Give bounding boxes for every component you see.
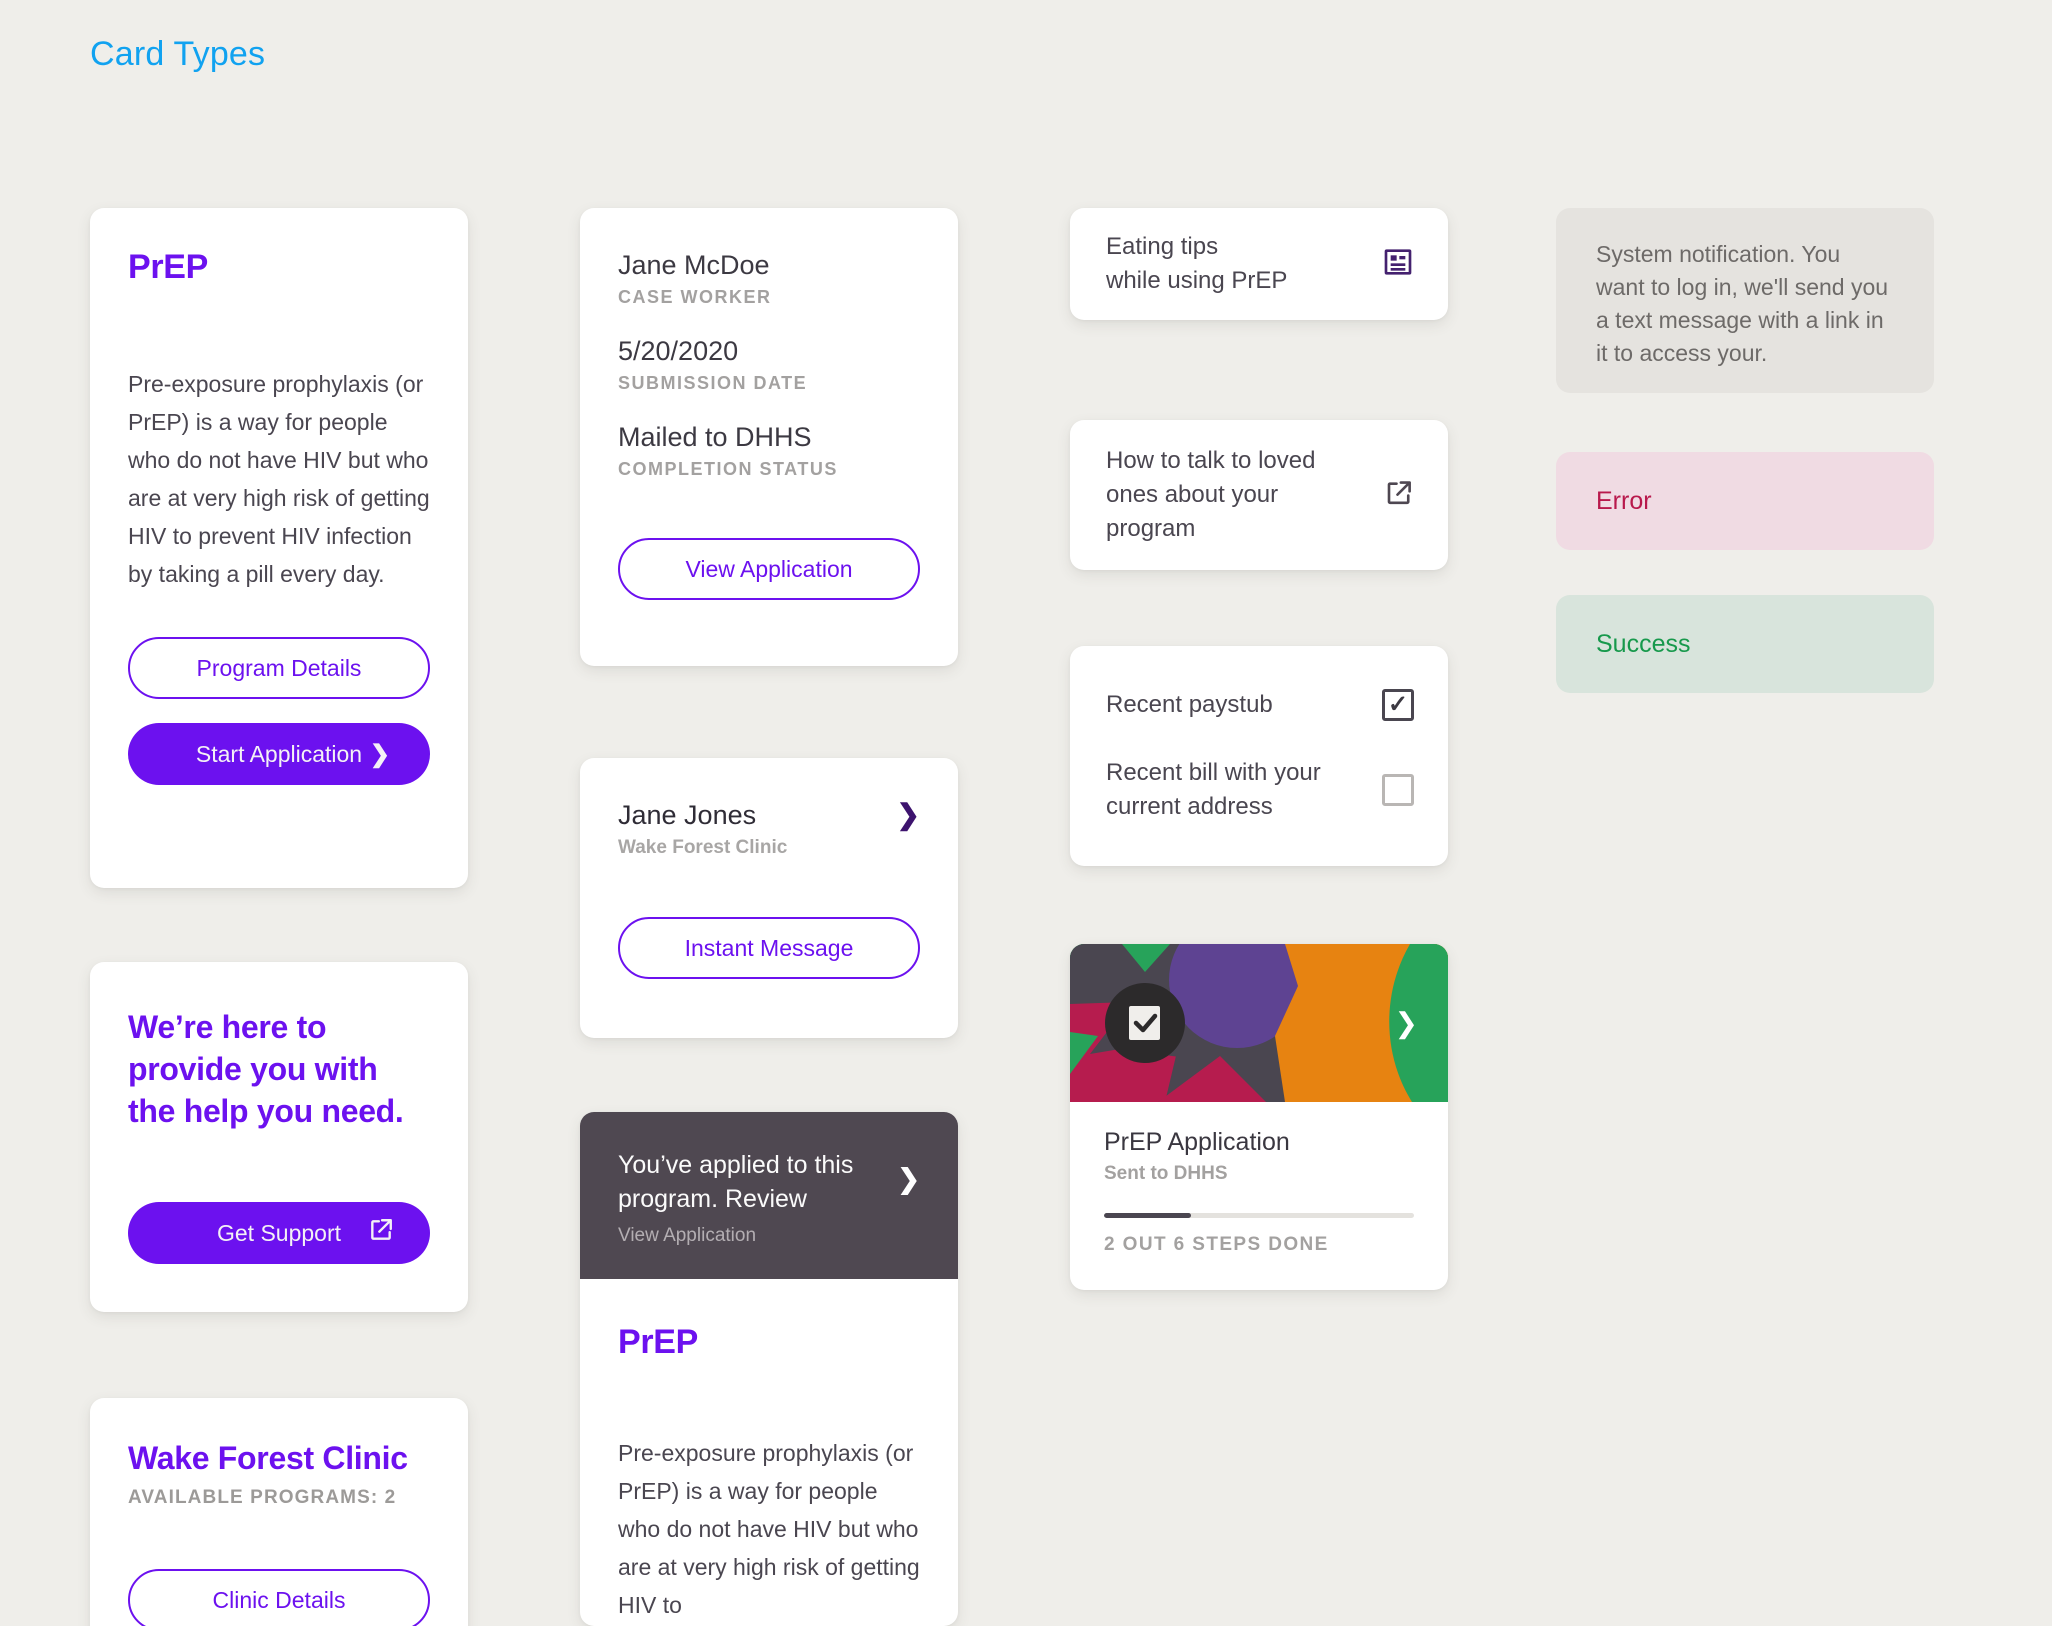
- hero-artwork: ❯: [1070, 944, 1448, 1102]
- prep-card-body: Pre-exposure prophylaxis (or PrEP) is a …: [128, 371, 430, 587]
- hero-abstract-shapes: [1070, 944, 1448, 1102]
- get-support-label: Get Support: [216, 1219, 342, 1246]
- submission-date-value: 5/20/2020: [618, 336, 739, 366]
- applied-card-body-wrap: PrEP Pre-exposure prophylaxis (or PrEP) …: [580, 1279, 958, 1624]
- progress-bar-fill: [1104, 1213, 1191, 1218]
- eating-tips-card[interactable]: Eating tips while using PrEP: [1070, 208, 1448, 320]
- external-link-icon: [1384, 478, 1414, 513]
- applied-program-card: You’ve applied to this program. Review V…: [580, 1112, 958, 1626]
- clinic-card: Wake Forest Clinic AVAILABLE PROGRAMS: 2…: [90, 1398, 468, 1626]
- completion-status-label: COMPLETION STATUS: [618, 459, 838, 479]
- applied-banner[interactable]: You’ve applied to this program. Review V…: [580, 1112, 958, 1279]
- support-card: We’re here to provide you with the help …: [90, 962, 468, 1312]
- start-application-button[interactable]: Start Application ❯: [128, 723, 430, 785]
- documents-checklist-card: Recent paystub ✓ Recent bill with your c…: [1070, 646, 1448, 866]
- checkbox-checked-icon[interactable]: ✓: [1382, 689, 1414, 721]
- eating-tips-row: Eating tips while using PrEP: [1106, 208, 1414, 320]
- applied-card-title: PrEP: [618, 1323, 699, 1361]
- check-glyph: ✓: [1387, 691, 1409, 718]
- chevron-right-icon[interactable]: ❯: [897, 800, 920, 830]
- applied-banner-text-group: You’ve applied to this program. Review V…: [618, 1148, 868, 1247]
- page-root: Card Types PrEP Pre-exposure prophylaxis…: [0, 0, 2052, 1626]
- page-title: Card Types: [90, 35, 266, 73]
- progress-bar-track: [1104, 1213, 1414, 1218]
- document-label: Recent paystub: [1106, 691, 1273, 718]
- chevron-right-icon[interactable]: ❯: [897, 1148, 920, 1210]
- document-row[interactable]: Recent paystub ✓: [1106, 688, 1414, 722]
- how-to-talk-card[interactable]: How to talk to loved ones about your pro…: [1070, 420, 1448, 570]
- progress-card-title: PrEP Application: [1104, 1128, 1290, 1156]
- submission-date-label: SUBMISSION DATE: [618, 373, 808, 393]
- contact-text-group: Jane Jones Wake Forest Clinic: [618, 800, 787, 859]
- progress-body: PrEP Application Sent to DHHS 2 OUT 6 ST…: [1070, 1102, 1448, 1256]
- get-support-button[interactable]: Get Support: [128, 1202, 430, 1264]
- checkbox-empty-icon[interactable]: [1382, 774, 1414, 806]
- document-row[interactable]: Recent bill with your current address: [1106, 756, 1414, 824]
- view-application-button[interactable]: View Application: [618, 538, 920, 600]
- program-details-button[interactable]: Program Details: [128, 637, 430, 699]
- chevron-right-icon: ❯: [369, 740, 390, 768]
- start-application-label: Start Application: [195, 740, 363, 767]
- instant-message-button[interactable]: Instant Message: [618, 917, 920, 979]
- system-notification-text: System notification. You want to log in,…: [1596, 241, 1889, 366]
- case-field: 5/20/2020 SUBMISSION DATE: [618, 336, 920, 394]
- external-link-icon: [368, 1217, 394, 1249]
- case-field: Jane McDoe CASE WORKER: [618, 250, 920, 308]
- prep-application-progress-card[interactable]: ❯ PrEP Application Sent to DHHS 2 OUT 6 …: [1070, 944, 1448, 1290]
- eating-tips-label: Eating tips while using PrEP: [1106, 233, 1288, 294]
- contact-name: Jane Jones: [618, 800, 757, 830]
- case-worker-card: Jane McDoe CASE WORKER 5/20/2020 SUBMISS…: [580, 208, 958, 666]
- applied-card-body: Pre-exposure prophylaxis (or PrEP) is a …: [618, 1440, 920, 1618]
- contact-header[interactable]: Jane Jones Wake Forest Clinic ❯: [618, 800, 920, 859]
- progress-steps-label: 2 OUT 6 STEPS DONE: [1104, 1234, 1329, 1255]
- error-alert-card: Error: [1556, 452, 1934, 550]
- how-to-talk-row: How to talk to loved ones about your pro…: [1106, 420, 1414, 570]
- system-notification-card: System notification. You want to log in,…: [1556, 208, 1934, 393]
- contact-card: Jane Jones Wake Forest Clinic ❯ Instant …: [580, 758, 958, 1038]
- chevron-right-icon[interactable]: ❯: [1395, 1007, 1418, 1040]
- success-alert-label: Success: [1596, 629, 1691, 658]
- applied-banner-subtitle: View Application: [618, 1225, 757, 1246]
- article-icon: [1382, 246, 1414, 283]
- document-label: Recent bill with your current address: [1106, 759, 1321, 820]
- support-card-heading: We’re here to provide you with the help …: [128, 1009, 404, 1129]
- success-alert-card: Success: [1556, 595, 1934, 693]
- case-field: Mailed to DHHS COMPLETION STATUS: [618, 422, 920, 480]
- how-to-talk-label: How to talk to loved ones about your pro…: [1106, 447, 1316, 542]
- case-worker-label: CASE WORKER: [618, 287, 772, 307]
- progress-card-subtitle: Sent to DHHS: [1104, 1163, 1228, 1184]
- case-worker-name: Jane McDoe: [618, 250, 770, 280]
- clinic-available-programs: AVAILABLE PROGRAMS: 2: [128, 1487, 397, 1508]
- contact-organization: Wake Forest Clinic: [618, 837, 788, 858]
- documents-list: Recent paystub ✓ Recent bill with your c…: [1106, 646, 1414, 866]
- prep-card-title: PrEP: [128, 248, 209, 286]
- prep-program-card: PrEP Pre-exposure prophylaxis (or PrEP) …: [90, 208, 468, 888]
- clinic-details-button[interactable]: Clinic Details: [128, 1569, 430, 1626]
- completion-status-value: Mailed to DHHS: [618, 422, 812, 452]
- applied-banner-title: You’ve applied to this program. Review: [618, 1151, 854, 1213]
- clinic-card-title: Wake Forest Clinic: [128, 1440, 408, 1476]
- error-alert-label: Error: [1596, 486, 1652, 515]
